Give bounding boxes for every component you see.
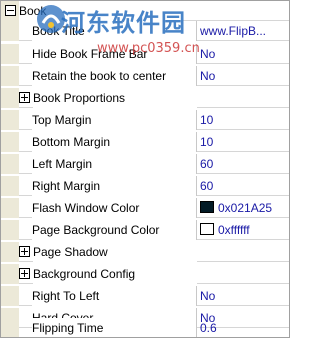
expand-icon[interactable] (19, 92, 30, 103)
property-name: Bottom Margin (32, 132, 196, 152)
property-row-hide-book-frame-bar[interactable]: Hide Book Frame Bar No (1, 44, 289, 64)
property-name: Book Title (32, 21, 196, 41)
expand-icon[interactable] (19, 268, 30, 279)
property-value[interactable]: 60 (200, 154, 288, 174)
property-name: Flash Window Color (32, 198, 196, 218)
property-name: Flipping Time (32, 318, 196, 337)
group-book-proportions[interactable]: Book Proportions (1, 88, 289, 108)
property-name: Right Margin (32, 176, 196, 196)
property-name: Right To Left (32, 286, 196, 306)
property-row-flipping-time[interactable]: Flipping Time 0.6 (1, 318, 289, 337)
property-row-right-margin[interactable]: Right Margin 60 (1, 176, 289, 196)
property-value[interactable]: www.FlipB... (200, 21, 288, 41)
property-value[interactable]: 10 (200, 132, 288, 152)
expand-icon[interactable] (19, 246, 30, 257)
property-row-bottom-margin[interactable]: Bottom Margin 10 (1, 132, 289, 152)
property-grid: Book Book Title www.FlipB... Hide Book F… (0, 0, 290, 338)
category-book[interactable]: Book (1, 1, 289, 21)
property-row-flash-window-color[interactable]: Flash Window Color 0x021A25 (1, 198, 289, 218)
category-label: Book (19, 1, 183, 21)
property-value[interactable]: 10 (200, 110, 288, 130)
property-value[interactable]: No (200, 66, 288, 86)
property-row-retain-center[interactable]: Retain the book to center No (1, 66, 289, 86)
property-row-left-margin[interactable]: Left Margin 60 (1, 154, 289, 174)
group-label: Background Config (33, 264, 197, 284)
property-value[interactable]: 0xffffff (218, 220, 289, 240)
property-value[interactable]: 0.6 (200, 318, 288, 337)
property-row-right-to-left[interactable]: Right To Left No (1, 286, 289, 306)
collapse-icon[interactable] (5, 5, 16, 16)
color-swatch[interactable] (200, 223, 214, 235)
property-value[interactable]: 60 (200, 176, 288, 196)
group-label: Page Shadow (33, 242, 197, 262)
property-row-book-title[interactable]: Book Title www.FlipB... (1, 21, 289, 41)
property-name: Left Margin (32, 154, 196, 174)
property-row-page-background-color[interactable]: Page Background Color 0xffffff (1, 220, 289, 240)
property-name: Top Margin (32, 110, 196, 130)
property-name: Retain the book to center (32, 66, 196, 86)
color-swatch[interactable] (200, 201, 214, 213)
property-name: Hide Book Frame Bar (32, 44, 196, 64)
property-value[interactable]: No (200, 44, 288, 64)
group-background-config[interactable]: Background Config (1, 264, 289, 284)
property-row-top-margin[interactable]: Top Margin 10 (1, 110, 289, 130)
property-value[interactable]: 0x021A25 (218, 198, 289, 218)
group-page-shadow[interactable]: Page Shadow (1, 242, 289, 262)
group-label: Book Proportions (33, 88, 197, 108)
property-value[interactable]: No (200, 286, 288, 306)
property-name: Page Background Color (32, 220, 196, 240)
